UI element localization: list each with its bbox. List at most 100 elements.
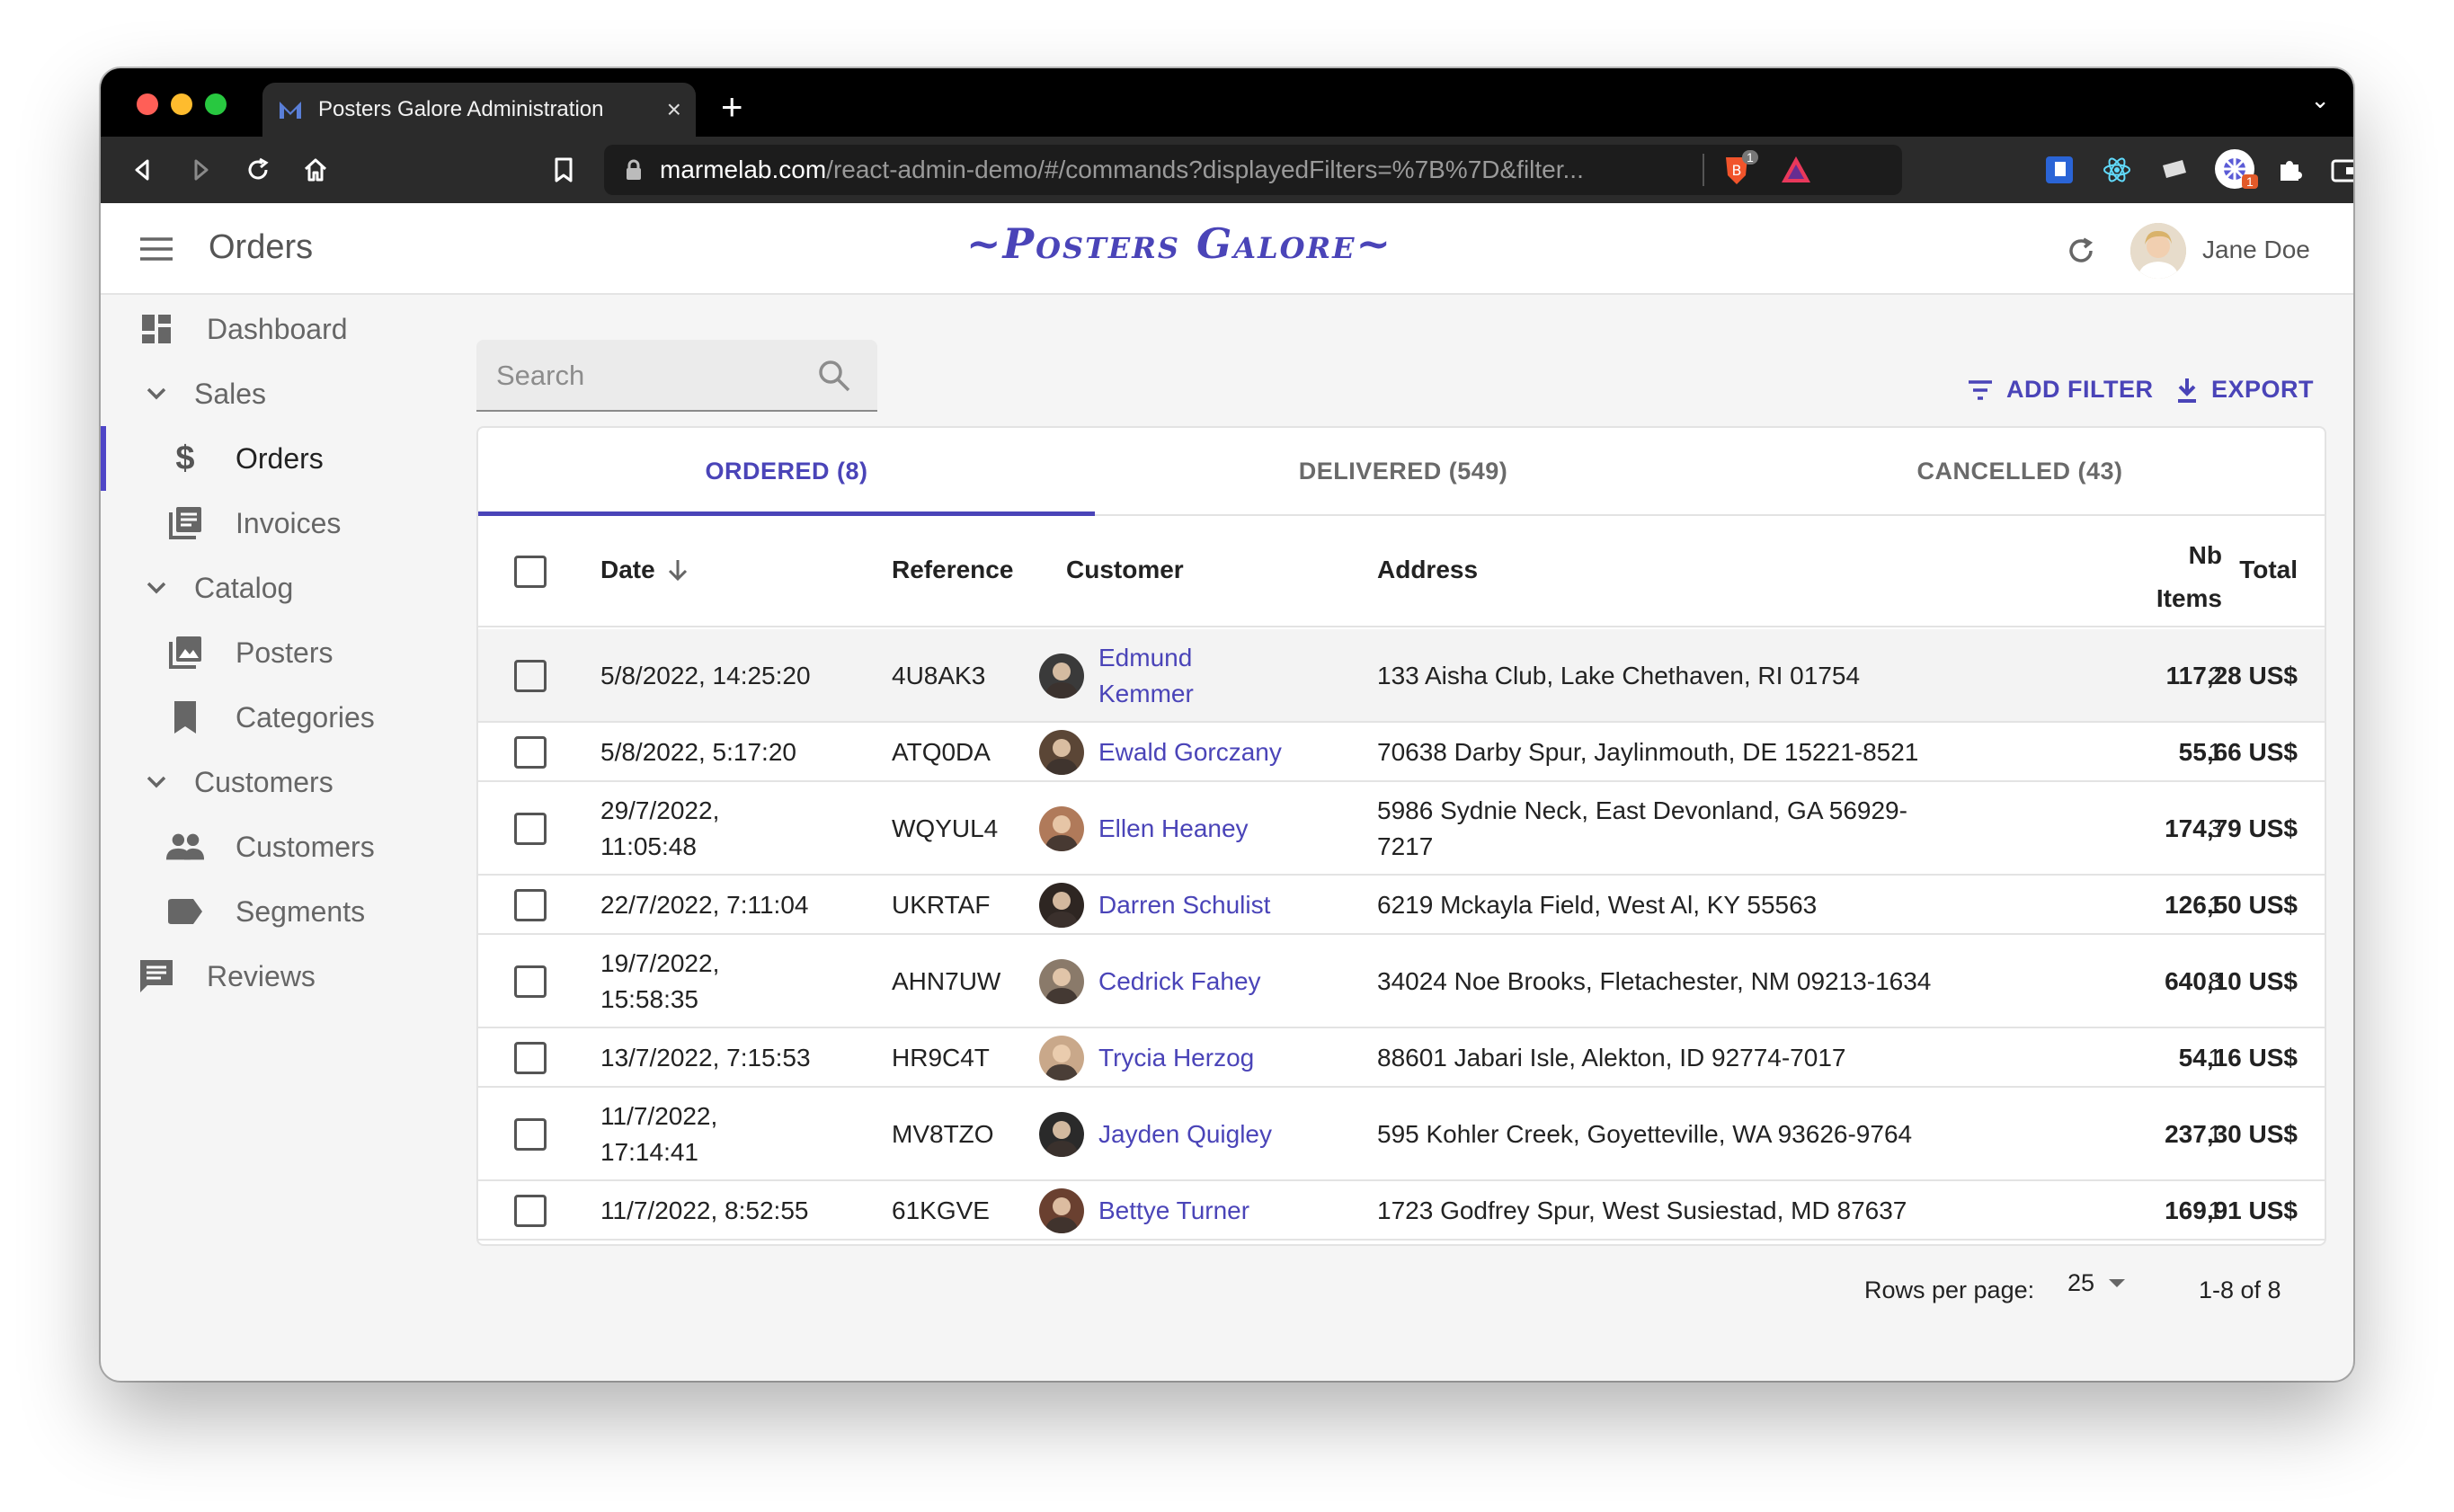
sidebar-group-customers[interactable]: Customers: [101, 750, 460, 814]
browser-tab[interactable]: Posters Galore Administration ×: [262, 83, 696, 137]
date-cell-line: 17:14:41: [600, 1138, 698, 1166]
date-cell-line: 19/7/2022,: [600, 949, 720, 977]
sidebar-item-categories[interactable]: Categories: [101, 685, 460, 750]
sidebar-group-catalog[interactable]: Catalog: [101, 556, 460, 620]
date-cell: 22/7/2022, 7:11:04: [600, 887, 870, 923]
sidebar-item-segments[interactable]: Segments: [101, 879, 460, 944]
customer-avatar: [1039, 1036, 1084, 1081]
customer-link[interactable]: Edmund Kemmer: [1098, 640, 1350, 712]
comment-icon: [137, 956, 176, 996]
extension-badge: 1: [2242, 174, 2258, 189]
customer-link[interactable]: Trycia Herzog: [1098, 1040, 1350, 1076]
bitwarden-extension-icon[interactable]: [2042, 153, 2076, 187]
row-checkbox[interactable]: [514, 1042, 547, 1074]
customer-link[interactable]: Ellen Heaney: [1098, 811, 1350, 847]
table-row[interactable]: 19/7/2022, 15:58:35 AHN7UW Cedrick Fahey 340…: [478, 935, 2325, 1028]
tab-list-chevron-icon[interactable]: ⌄: [2310, 86, 2330, 114]
reference-cell-line: UKRTAF: [892, 891, 991, 919]
colorful-extension-icon[interactable]: 1: [2213, 147, 2258, 191]
browser-window: Posters Galore Administration × + ⌄ marm…: [101, 68, 2353, 1381]
home-icon: [304, 158, 327, 182]
home-button[interactable]: [297, 151, 334, 189]
react-devtools-icon[interactable]: [2100, 153, 2134, 187]
search-input[interactable]: Search: [476, 340, 877, 412]
tab-ordered[interactable]: ORDERED (8): [478, 428, 1095, 514]
table-row[interactable]: 5/8/2022, 14:25:20 4U8AK3 Edmund Kemmer 133 …: [478, 629, 2325, 723]
user-name[interactable]: Jane Doe: [2202, 236, 2310, 264]
export-button[interactable]: EXPORT: [2175, 376, 2314, 404]
brave-rewards-icon[interactable]: [1778, 152, 1814, 192]
date-column-header[interactable]: Date: [600, 556, 689, 584]
user-avatar[interactable]: [2130, 223, 2186, 279]
customer-link[interactable]: Jayden Quigley: [1098, 1116, 1350, 1152]
sidebar-group-sales[interactable]: Sales: [101, 361, 460, 426]
date-cell-line: 22/7/2022, 7:11:04: [600, 891, 809, 919]
wallet-icon[interactable]: [2328, 153, 2353, 187]
address-bar[interactable]: marmelab.com /react-admin-demo/#/command…: [604, 145, 1902, 195]
browser-toolbar: marmelab.com /react-admin-demo/#/command…: [101, 137, 2353, 203]
rows-per-page-select[interactable]: 25: [2067, 1269, 2127, 1297]
sidebar-item-orders[interactable]: $ Orders: [101, 426, 460, 491]
row-checkbox[interactable]: [514, 660, 547, 692]
address-cell: 595 Kohler Creek, Goyetteville, WA 93626…: [1377, 1116, 1970, 1152]
table-row[interactable]: 29/7/2022, 11:05:48 WQYUL4 Ellen Heaney 5986…: [478, 782, 2325, 876]
reference-cell-line: 4U8AK3: [892, 662, 986, 689]
ticket-extension-icon[interactable]: [2157, 153, 2192, 187]
row-checkbox[interactable]: [514, 1118, 547, 1151]
sidebar-item-customers[interactable]: Customers: [101, 814, 460, 879]
hamburger-menu-icon[interactable]: [138, 236, 174, 267]
customer-link[interactable]: Darren Schulist: [1098, 887, 1350, 923]
sidebar: Dashboard Sales $ Orders Invoices Catalo…: [101, 297, 460, 1375]
row-checkbox[interactable]: [514, 736, 547, 769]
table-row[interactable]: 5/8/2022, 5:17:20 ATQ0DA Ewald Gorczany 706…: [478, 723, 2325, 782]
row-checkbox[interactable]: [514, 889, 547, 921]
table-row[interactable]: 13/7/2022, 7:15:53 HR9C4T Trycia Herzog 886…: [478, 1028, 2325, 1088]
reload-button[interactable]: [239, 151, 277, 189]
sidebar-item-invoices[interactable]: Invoices: [101, 491, 460, 556]
row-checkbox[interactable]: [514, 965, 547, 998]
customer-link[interactable]: Bettye Turner: [1098, 1193, 1350, 1229]
back-button[interactable]: [124, 151, 162, 189]
customer-link[interactable]: Cedrick Fahey: [1098, 964, 1350, 1000]
select-all-checkbox[interactable]: [514, 556, 547, 588]
row-checkbox[interactable]: [514, 1195, 547, 1227]
table-row[interactable]: 11/7/2022, 17:14:41 MV8TZO Jayden Quigley 59…: [478, 1088, 2325, 1181]
sidebar-item-reviews[interactable]: Reviews: [101, 944, 460, 1009]
reference-cell-line: AHN7UW: [892, 967, 1001, 995]
total-cell-line: 126,50 US$: [2165, 891, 2298, 919]
filter-icon: [1969, 379, 1992, 400]
rows-per-page-value: 25: [2067, 1269, 2095, 1296]
add-filter-button[interactable]: ADD FILTER: [1967, 376, 2153, 404]
tab-delivered[interactable]: DELIVERED (549): [1095, 428, 1712, 514]
zoom-window-button[interactable]: [205, 93, 227, 115]
refresh-icon[interactable]: [2064, 234, 2098, 272]
brave-shields-icon[interactable]: B 1: [1719, 150, 1758, 188]
minimize-window-button[interactable]: [171, 93, 192, 115]
total-cell: 169,91 US$: [2132, 1193, 2298, 1229]
svg-text:B: B: [1732, 162, 1742, 179]
customer-link[interactable]: Ewald Gorczany: [1098, 734, 1350, 770]
close-tab-icon[interactable]: ×: [667, 95, 681, 124]
tab-cancelled[interactable]: CANCELLED (43): [1712, 428, 2328, 514]
table-row[interactable]: 22/7/2022, 7:11:04 UKRTAF Darren Schulist 6…: [478, 876, 2325, 935]
new-tab-button[interactable]: +: [721, 88, 743, 126]
address-cell-line: 7217: [1377, 832, 1434, 860]
date-cell: 11/7/2022, 17:14:41: [600, 1098, 870, 1170]
rows-per-page-label: Rows per page:: [1864, 1276, 2035, 1303]
sidebar-item-dashboard[interactable]: Dashboard: [101, 297, 460, 361]
sidebar-item-label: Customers: [236, 830, 375, 863]
sidebar-item-posters[interactable]: Posters: [101, 620, 460, 685]
customer-link-line: Edmund: [1098, 644, 1193, 672]
date-cell-line: 5/8/2022, 5:17:20: [600, 738, 796, 766]
customer-avatar: [1039, 1112, 1084, 1157]
address-cell: 70638 Darby Spur, Jaylinmouth, DE 15221-…: [1377, 734, 1970, 770]
date-cell: 29/7/2022, 11:05:48: [600, 793, 870, 865]
extensions-puzzle-icon[interactable]: [2272, 153, 2307, 187]
customer-link-line: Ellen Heaney: [1098, 814, 1249, 842]
date-cell-line: 29/7/2022,: [600, 796, 720, 824]
close-window-button[interactable]: [137, 93, 158, 115]
bookmark-button[interactable]: [545, 151, 582, 189]
table-row[interactable]: 11/7/2022, 8:52:55 61KGVE Bettye Turner 172…: [478, 1181, 2325, 1241]
forward-button[interactable]: [182, 151, 219, 189]
row-checkbox[interactable]: [514, 813, 547, 845]
